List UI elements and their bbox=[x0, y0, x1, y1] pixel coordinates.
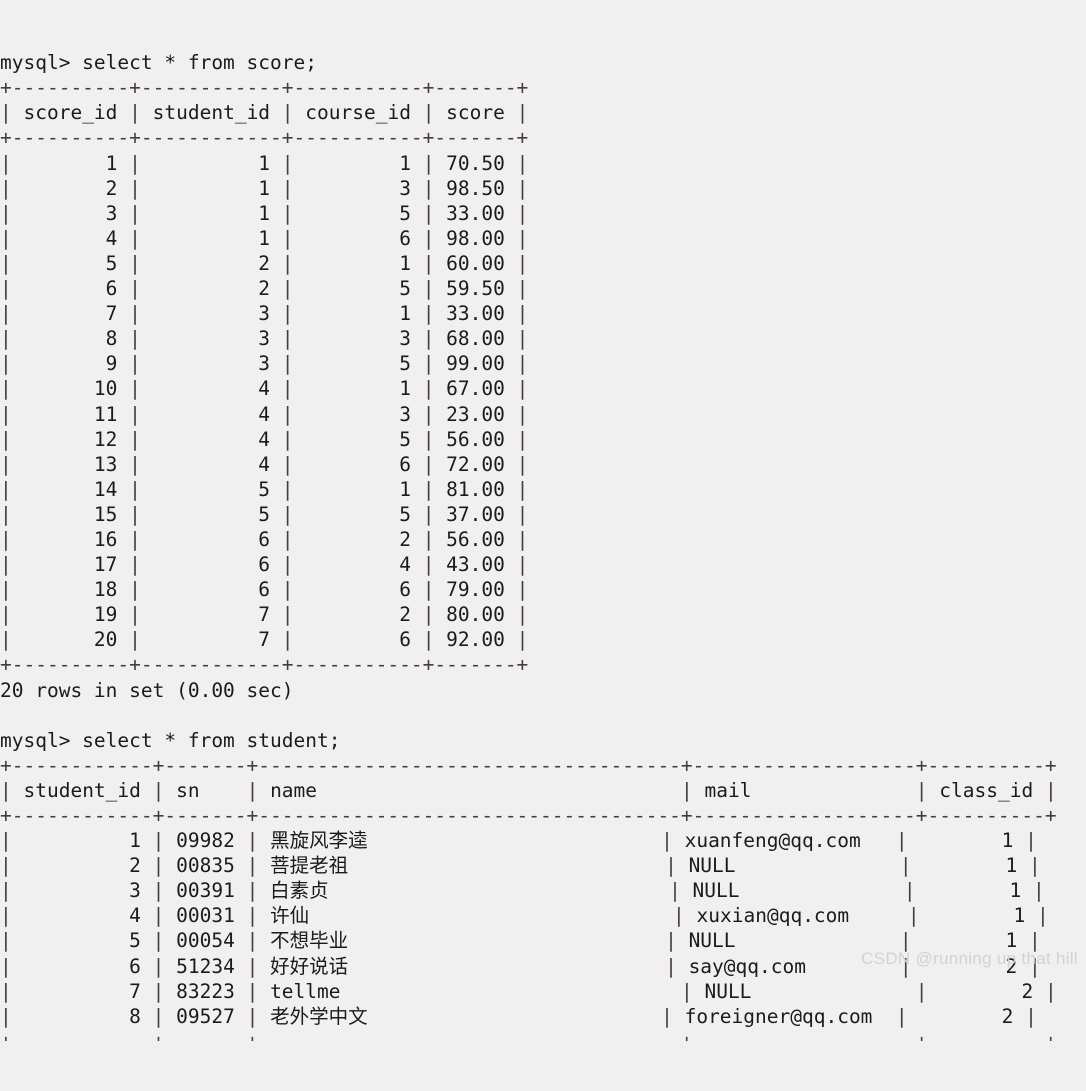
table-row: | 8 | 09527 | 老外学中文 | foreigner@qq.com |… bbox=[0, 1004, 1037, 1028]
table-bottom-border: +------------+-------+------------------… bbox=[0, 1029, 1086, 1041]
table-header-row: | student_id | sn | name | mail | class_… bbox=[0, 778, 1057, 802]
table-row: | 11 | 4 | 3 | 23.00 | bbox=[0, 402, 529, 426]
table-row: | 5 | 00054 | 不想毕业 | NULL | 1 | bbox=[0, 929, 1041, 953]
table-row: | 1 | 09982 | 黑旋风李逵 | xuanfeng@qq.com | … bbox=[0, 829, 1037, 853]
cjk-text: 许仙 bbox=[270, 904, 310, 928]
table-row: | 1 | 1 | 1 | 70.50 | bbox=[0, 151, 529, 175]
table-row: | 15 | 5 | 5 | 37.00 | bbox=[0, 502, 529, 526]
table-header-row: | score_id | student_id | course_id | sc… bbox=[0, 101, 529, 125]
table-row: | 10 | 4 | 1 | 67.00 | bbox=[0, 377, 529, 401]
table-top-border: +------------+-------+------------------… bbox=[0, 753, 1057, 777]
table-header-separator: +------------+-------+------------------… bbox=[0, 804, 1057, 827]
table-row: | 12 | 4 | 5 | 56.00 | bbox=[0, 427, 529, 451]
table-row: | 13 | 4 | 6 | 72.00 | bbox=[0, 452, 529, 476]
table-row: | 9 | 3 | 5 | 99.00 | bbox=[0, 352, 529, 376]
mysql-terminal[interactable]: mysql> select * from score; +----------+-… bbox=[0, 0, 1086, 1041]
table-row: | 5 | 2 | 1 | 60.00 | bbox=[0, 251, 529, 275]
table-row: | 2 | 00835 | 菩提老祖 | NULL | 1 | bbox=[0, 854, 1041, 878]
cjk-text: 老外学中文 bbox=[270, 1004, 368, 1028]
table-row: | 3 | 1 | 5 | 33.00 | bbox=[0, 201, 529, 225]
table-row: | 16 | 6 | 2 | 56.00 | bbox=[0, 527, 529, 551]
table-row: | 7 | 3 | 1 | 33.00 | bbox=[0, 302, 529, 326]
status-line: 20 rows in set (0.00 sec) bbox=[0, 678, 294, 702]
cjk-text: 菩提老祖 bbox=[270, 854, 349, 878]
table-row: | 19 | 7 | 2 | 80.00 | bbox=[0, 603, 529, 627]
terminal-output: mysql> select * from score; +----------+-… bbox=[0, 50, 1086, 1041]
table-row: | 14 | 5 | 1 | 81.00 | bbox=[0, 477, 529, 501]
table-row: | 18 | 6 | 6 | 79.00 | bbox=[0, 578, 529, 602]
table-header-separator: +----------+------------+-----------+---… bbox=[0, 126, 529, 150]
table-row: | 8 | 3 | 3 | 68.00 | bbox=[0, 327, 529, 351]
table-row: | 4 | 1 | 6 | 98.00 | bbox=[0, 226, 529, 250]
sql-command-line: mysql> select * from student; bbox=[0, 728, 341, 752]
cjk-text: 好好说话 bbox=[270, 954, 349, 978]
table-row: | 17 | 6 | 4 | 43.00 | bbox=[0, 553, 529, 577]
cjk-text: 黑旋风李逵 bbox=[270, 829, 368, 853]
table-row: | 4 | 00031 | 许仙 | xuxian@qq.com | 1 | bbox=[0, 904, 1049, 928]
cjk-text: 白素贞 bbox=[270, 879, 329, 903]
table-row: | 6 | 2 | 5 | 59.50 | bbox=[0, 277, 529, 301]
table-row: | 20 | 7 | 6 | 92.00 | bbox=[0, 628, 529, 652]
table-row: | 2 | 1 | 3 | 98.50 | bbox=[0, 176, 529, 200]
sql-command-line: mysql> select * from score; bbox=[0, 51, 317, 75]
table-top-border: +----------+------------+-----------+---… bbox=[0, 76, 529, 100]
table-row: | 6 | 51234 | 好好说话 | say@qq.com | 2 | bbox=[0, 954, 1041, 978]
cjk-text: 不想毕业 bbox=[270, 929, 349, 953]
table-bottom-border: +----------+------------+-----------+---… bbox=[0, 653, 529, 677]
table-row: | 7 | 83223 | tellme | NULL | 2 | bbox=[0, 979, 1057, 1003]
table-row: | 3 | 00391 | 白素贞 | NULL | 1 | bbox=[0, 879, 1045, 903]
